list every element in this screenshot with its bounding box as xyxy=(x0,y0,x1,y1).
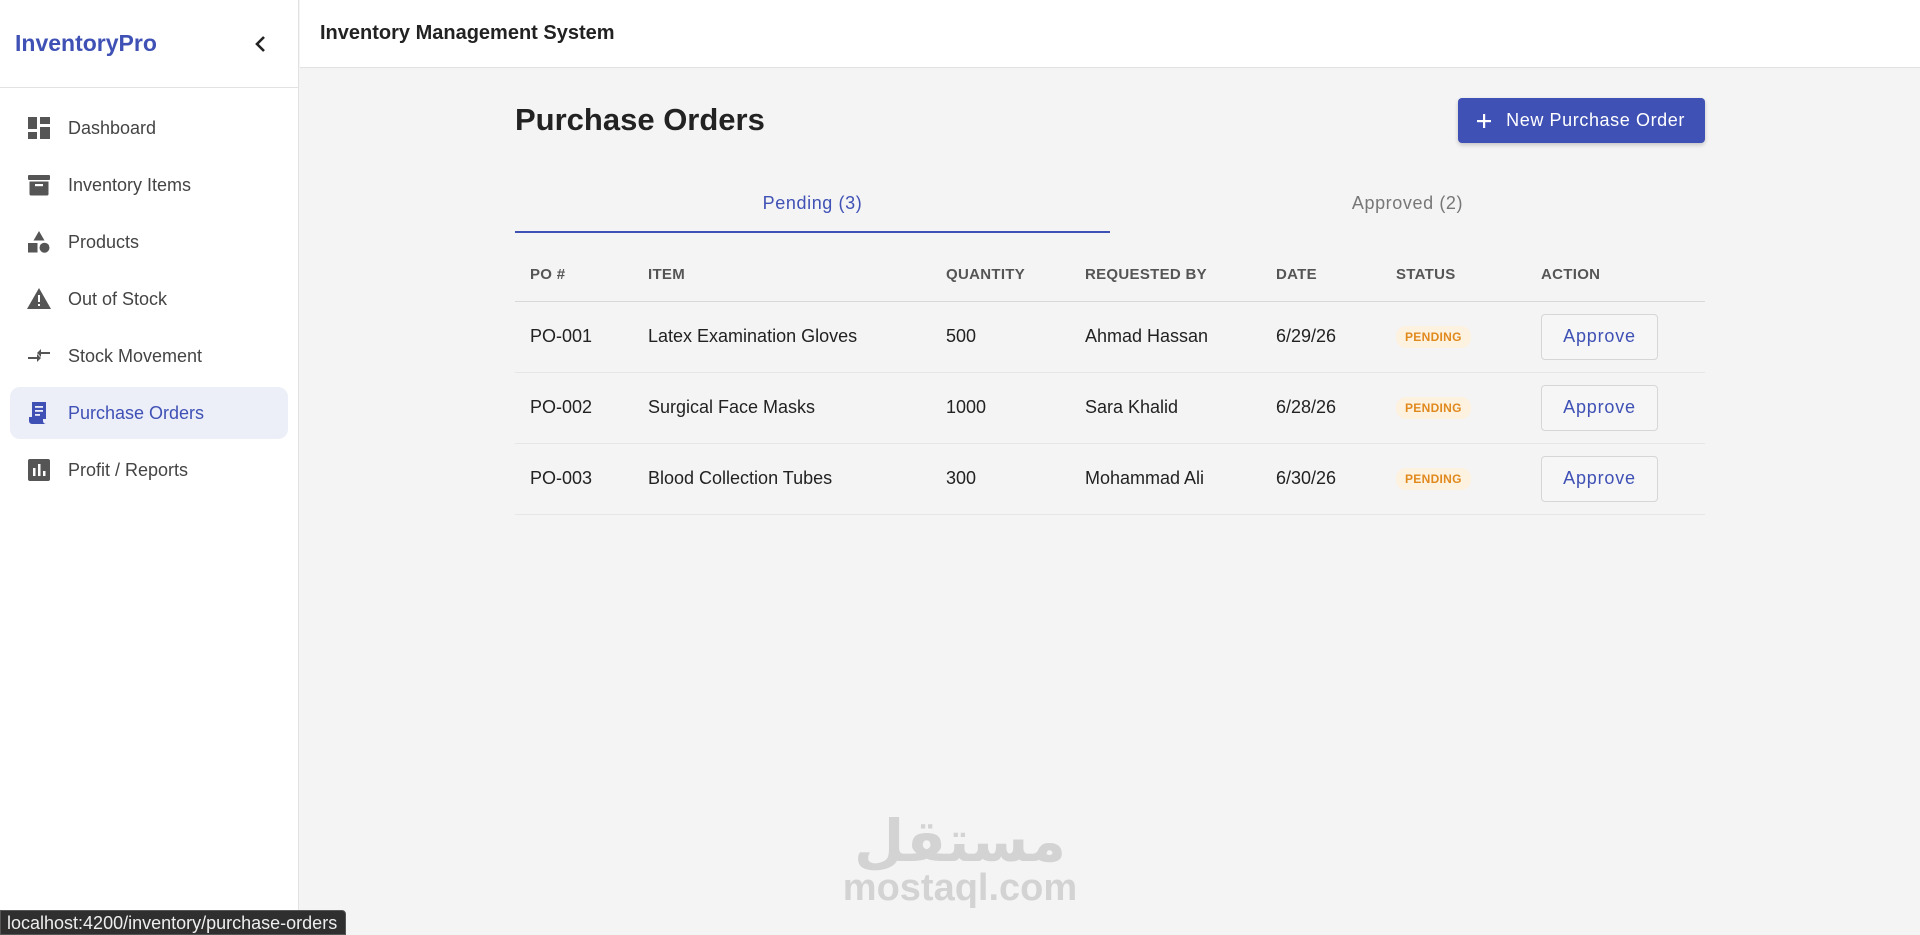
sidebar-item-label: Profit / Reports xyxy=(68,459,189,480)
status-badge: PENDING xyxy=(1396,397,1471,419)
requested-by: Mohammad Ali xyxy=(1070,443,1261,515)
po-number: PO-003 xyxy=(515,443,633,515)
approve-button[interactable]: Approve xyxy=(1541,384,1658,431)
tab-pending[interactable]: Pending (3) xyxy=(515,173,1110,233)
sidebar-item-label: Products xyxy=(68,231,140,252)
column-header-status: STATUS xyxy=(1381,248,1526,302)
action-cell: Approve xyxy=(1526,443,1705,515)
top-header: Inventory Management System xyxy=(300,0,1920,68)
new-purchase-order-button[interactable]: New Purchase Order xyxy=(1458,98,1705,143)
approve-button[interactable]: Approve xyxy=(1541,313,1658,360)
sidebar-item-profit-reports[interactable]: Profit / Reports xyxy=(10,444,288,496)
action-cell: Approve xyxy=(1526,301,1705,373)
approve-button[interactable]: Approve xyxy=(1541,455,1658,502)
item-name: Blood Collection Tubes xyxy=(633,443,931,515)
sidebar-item-out-of-stock[interactable]: Out of Stock xyxy=(10,273,288,325)
action-cell: Approve xyxy=(1526,372,1705,444)
app-title: Inventory Management System xyxy=(320,22,615,44)
archive-icon xyxy=(27,173,51,197)
column-header-action: ACTION xyxy=(1526,248,1705,302)
item-name: Latex Examination Gloves xyxy=(633,301,931,373)
collapse-sidebar-button[interactable] xyxy=(246,29,276,59)
sidebar-item-dashboard[interactable]: Dashboard xyxy=(10,102,288,154)
category-icon xyxy=(27,230,51,254)
sidebar-item-label: Stock Movement xyxy=(68,345,203,366)
bar-chart-icon xyxy=(27,458,51,482)
date: 6/30/26 xyxy=(1261,443,1381,515)
status-cell: PENDING xyxy=(1381,372,1526,444)
status-tabs: Pending (3) Approved (2) xyxy=(515,173,1705,233)
chevron-left-icon xyxy=(255,35,265,52)
dashboard-icon xyxy=(27,116,51,140)
status-badge: PENDING xyxy=(1396,326,1471,348)
item-name: Surgical Face Masks xyxy=(633,372,931,444)
sidebar-item-purchase-orders[interactable]: Purchase Orders xyxy=(10,387,288,439)
quantity: 1000 xyxy=(931,372,1070,444)
po-number: PO-001 xyxy=(515,301,633,373)
main-content: Purchase Orders New Purchase Order Pendi… xyxy=(515,68,1705,515)
column-header-po: PO # xyxy=(515,248,633,302)
sidebar-item-label: Inventory Items xyxy=(68,174,192,195)
sidebar-item-inventory-items[interactable]: Inventory Items xyxy=(10,159,288,211)
column-header-item: ITEM xyxy=(633,248,931,302)
page-title: Purchase Orders xyxy=(515,102,765,137)
page-header: Purchase Orders New Purchase Order xyxy=(515,68,1705,173)
brand-header: InventoryPro xyxy=(0,0,298,88)
new-purchase-order-label: New Purchase Order xyxy=(1506,110,1685,130)
watermark: مستقل mostaql.com xyxy=(840,810,1080,908)
table-row: PO-001 Latex Examination Gloves 500 Ahma… xyxy=(515,301,1705,373)
quantity: 500 xyxy=(931,301,1070,373)
watermark-arabic: مستقل xyxy=(853,807,1067,875)
po-number: PO-002 xyxy=(515,372,633,444)
requested-by: Sara Khalid xyxy=(1070,372,1261,444)
plus-icon xyxy=(1476,113,1492,129)
sidebar-item-products[interactable]: Products xyxy=(10,216,288,268)
sidebar-item-label: Out of Stock xyxy=(68,288,168,309)
quantity: 300 xyxy=(931,443,1070,515)
sidebar-item-stock-movement[interactable]: Stock Movement xyxy=(10,330,288,382)
sidebar-nav: Dashboard Inventory Items Products Out o… xyxy=(0,88,298,496)
compare-arrows-icon xyxy=(27,344,51,368)
date: 6/28/26 xyxy=(1261,372,1381,444)
column-header-quantity: QUANTITY xyxy=(931,248,1070,302)
date: 6/29/26 xyxy=(1261,301,1381,373)
status-cell: PENDING xyxy=(1381,443,1526,515)
status-badge: PENDING xyxy=(1396,468,1471,490)
table-header-row: PO # ITEM QUANTITY REQUESTED BY DATE STA… xyxy=(515,248,1705,302)
brand-logo-text: InventoryPro xyxy=(15,30,157,56)
status-cell: PENDING xyxy=(1381,301,1526,373)
watermark-latin: mostaql.com xyxy=(842,867,1078,909)
column-header-date: DATE xyxy=(1261,248,1381,302)
purchase-orders-table: PO # ITEM QUANTITY REQUESTED BY DATE STA… xyxy=(515,248,1705,515)
requested-by: Ahmad Hassan xyxy=(1070,301,1261,373)
browser-status-url: localhost:4200/inventory/purchase-orders xyxy=(0,910,347,935)
warning-icon xyxy=(27,287,51,311)
sidebar-item-label: Dashboard xyxy=(68,117,157,138)
table-row: PO-002 Surgical Face Masks 1000 Sara Kha… xyxy=(515,372,1705,444)
tab-approved[interactable]: Approved (2) xyxy=(1110,173,1705,233)
sidebar: InventoryPro Dashboard Inventory Items P… xyxy=(0,0,299,935)
column-header-requested-by: REQUESTED BY xyxy=(1070,248,1261,302)
table-row: PO-003 Blood Collection Tubes 300 Mohamm… xyxy=(515,443,1705,515)
sidebar-item-label: Purchase Orders xyxy=(68,402,205,423)
receipt-icon xyxy=(27,401,51,425)
